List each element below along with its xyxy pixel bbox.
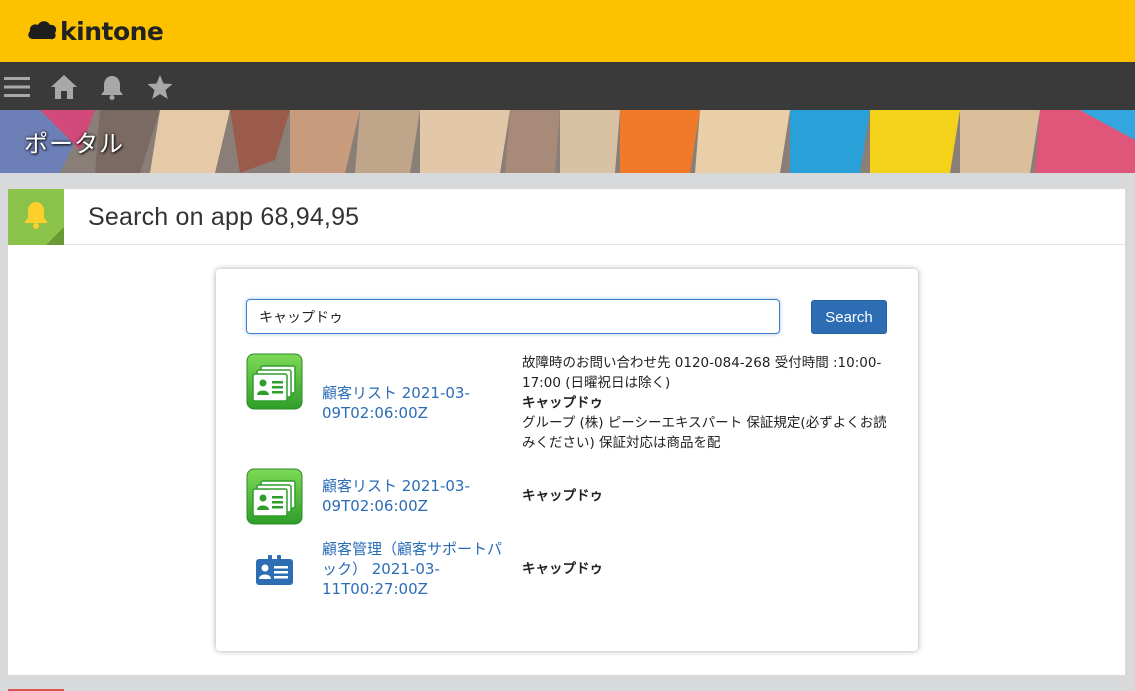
brand-bar: kintone [0, 0, 1135, 62]
star-icon[interactable] [147, 74, 173, 100]
search-widget: Search on app 68,94,95 Search 顧客リスト 2021… [8, 189, 1125, 675]
result-snippet: 故障時のお問い合わせ先 0120-084-268 受付時間 :10:00-17:… [522, 353, 894, 453]
snippet-highlight: キャップドゥ [522, 488, 603, 504]
widget-header: Search on app 68,94,95 [8, 189, 1125, 245]
menu-icon[interactable] [4, 74, 30, 100]
customer-list-icon[interactable] [246, 353, 303, 410]
portal-banner: ポータル [0, 110, 1135, 173]
pencils-banner-image [0, 110, 1135, 173]
customer-list-icon[interactable] [246, 468, 303, 525]
widget-title: Search on app 68,94,95 [88, 203, 360, 231]
snippet-highlight: キャップドゥ [522, 561, 603, 577]
result-snippet: キャップドゥ [522, 486, 894, 506]
snippet-text: 故障時のお問い合わせ先 0120-084-268 受付時間 :10:00-17:… [522, 355, 882, 391]
result-snippet: キャップドゥ [522, 559, 894, 579]
search-button[interactable]: Search [811, 300, 887, 334]
global-nav [0, 62, 1135, 110]
widget-icon-tile [8, 189, 64, 245]
home-icon[interactable] [51, 74, 77, 100]
snippet-highlight: キャップドゥ [522, 395, 603, 411]
kintone-logo[interactable]: kintone [26, 14, 164, 48]
brand-name: kintone [60, 16, 164, 46]
banner-title: ポータル [24, 131, 124, 158]
result-link[interactable]: 顧客リスト 2021-03-09T02:06:00Z [322, 476, 502, 516]
bell-icon[interactable] [99, 74, 125, 100]
search-input[interactable] [246, 299, 780, 334]
customer-card-icon[interactable] [246, 543, 303, 600]
result-link[interactable]: 顧客管理（顧客サポートパック） 2021-03-11T00:27:00Z [322, 539, 502, 599]
result-link[interactable]: 顧客リスト 2021-03-09T02:06:00Z [322, 383, 502, 423]
cloud-logo-icon [28, 21, 57, 40]
search-panel: Search 顧客リスト 2021-03-09T02:06:00Z 故障時のお問… [216, 269, 918, 651]
snippet-text: グループ (株) ピーシーエキスパート 保証規定(必ずよくお読みください) 保証… [522, 415, 887, 451]
